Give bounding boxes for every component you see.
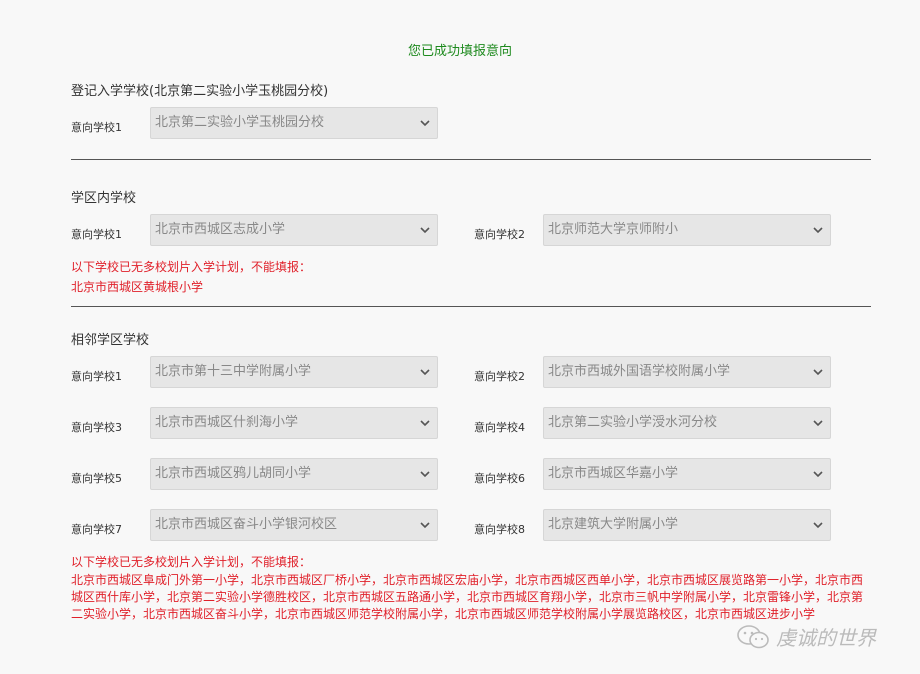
chevron-down-icon (420, 227, 430, 234)
adjacent-choice-3-label: 意向学校3 (71, 421, 122, 434)
adjacent-notice: 以下学校已无多校划片入学计划，不能填报： (71, 555, 312, 569)
adjacent-choice-3-select[interactable]: 北京市西城区什刹海小学 (150, 407, 438, 439)
divider (71, 159, 871, 160)
district-choice-2-select[interactable]: 北京师范大学京师附小 (543, 214, 831, 246)
chevron-down-icon (813, 522, 823, 529)
adjacent-choice-4-label: 意向学校4 (474, 421, 525, 434)
district-section-title: 学区内学校 (71, 191, 137, 206)
district-choice-1-value: 北京市西城区志成小学 (155, 222, 286, 237)
adjacent-choice-2-select[interactable]: 北京市西城外国语学校附属小学 (543, 356, 831, 388)
adjacent-choice-8-value: 北京建筑大学附属小学 (548, 517, 679, 532)
watermark-text: 虔诚的世界 (776, 626, 876, 650)
wechat-icon (737, 624, 769, 648)
adjacent-choice-1-label: 意向学校1 (71, 370, 122, 383)
chevron-down-icon (420, 120, 430, 127)
registered-section-title: 登记入学学校(北京第二实验小学玉桃园分校) (71, 84, 329, 99)
chevron-down-icon (813, 471, 823, 478)
registered-choice-1-select[interactable]: 北京第二实验小学玉桃园分校 (150, 107, 438, 139)
adjacent-choice-6-select[interactable]: 北京市西城区华嘉小学 (543, 458, 831, 490)
adjacent-choice-8-select[interactable]: 北京建筑大学附属小学 (543, 509, 831, 541)
adjacent-choice-4-value: 北京第二实验小学涭水河分校 (548, 415, 718, 430)
watermark: 虔诚的世界 (736, 622, 876, 651)
adjacent-choice-7-label: 意向学校7 (71, 523, 122, 536)
adjacent-choice-3-value: 北京市西城区什刹海小学 (155, 415, 299, 430)
adjacent-choice-7-select[interactable]: 北京市西城区奋斗小学银河校区 (150, 509, 438, 541)
adjacent-choice-2-label: 意向学校2 (474, 370, 525, 383)
district-notice: 以下学校已无多校划片入学计划，不能填报： (71, 260, 312, 274)
adjacent-choice-7-value: 北京市西城区奋斗小学银河校区 (155, 517, 338, 532)
adjacent-choice-8-label: 意向学校8 (474, 523, 525, 536)
adjacent-choice-6-value: 北京市西城区华嘉小学 (548, 466, 679, 481)
adjacent-choice-5-select[interactable]: 北京市西城区鸦儿胡同小学 (150, 458, 438, 490)
adjacent-choice-2-value: 北京市西城外国语学校附属小学 (548, 364, 731, 379)
adjacent-choice-5-value: 北京市西城区鸦儿胡同小学 (155, 466, 312, 481)
adjacent-choice-1-select[interactable]: 北京市第十三中学附属小学 (150, 356, 438, 388)
chevron-down-icon (420, 471, 430, 478)
adjacent-choice-6-label: 意向学校6 (474, 472, 525, 485)
district-choice-1-select[interactable]: 北京市西城区志成小学 (150, 214, 438, 246)
district-unavailable-list: 北京市西城区黄城根小学 (71, 280, 204, 294)
adjacent-choice-1-value: 北京市第十三中学附属小学 (155, 364, 312, 379)
adjacent-choice-5-label: 意向学校5 (71, 472, 122, 485)
divider (71, 306, 871, 307)
district-choice-1-label: 意向学校1 (71, 228, 122, 241)
chevron-down-icon (420, 420, 430, 427)
district-choice-2-value: 北京师范大学京师附小 (548, 222, 679, 237)
chevron-down-icon (813, 369, 823, 376)
adjacent-choice-4-select[interactable]: 北京第二实验小学涭水河分校 (543, 407, 831, 439)
district-choice-2-label: 意向学校2 (474, 228, 525, 241)
adjacent-unavailable-list: 北京市西城区阜成门外第一小学，北京市西城区厂桥小学，北京市西城区宏庙小学，北京市… (71, 573, 864, 621)
success-message: 您已成功填报意向 (407, 44, 512, 59)
registered-choice-1-label: 意向学校1 (71, 121, 122, 134)
chevron-down-icon (813, 420, 823, 427)
chevron-down-icon (420, 369, 430, 376)
chevron-down-icon (813, 227, 823, 234)
registered-choice-1-value: 北京第二实验小学玉桃园分校 (155, 115, 325, 130)
chevron-down-icon (420, 522, 430, 529)
adjacent-section-title: 相邻学区学校 (71, 333, 150, 348)
